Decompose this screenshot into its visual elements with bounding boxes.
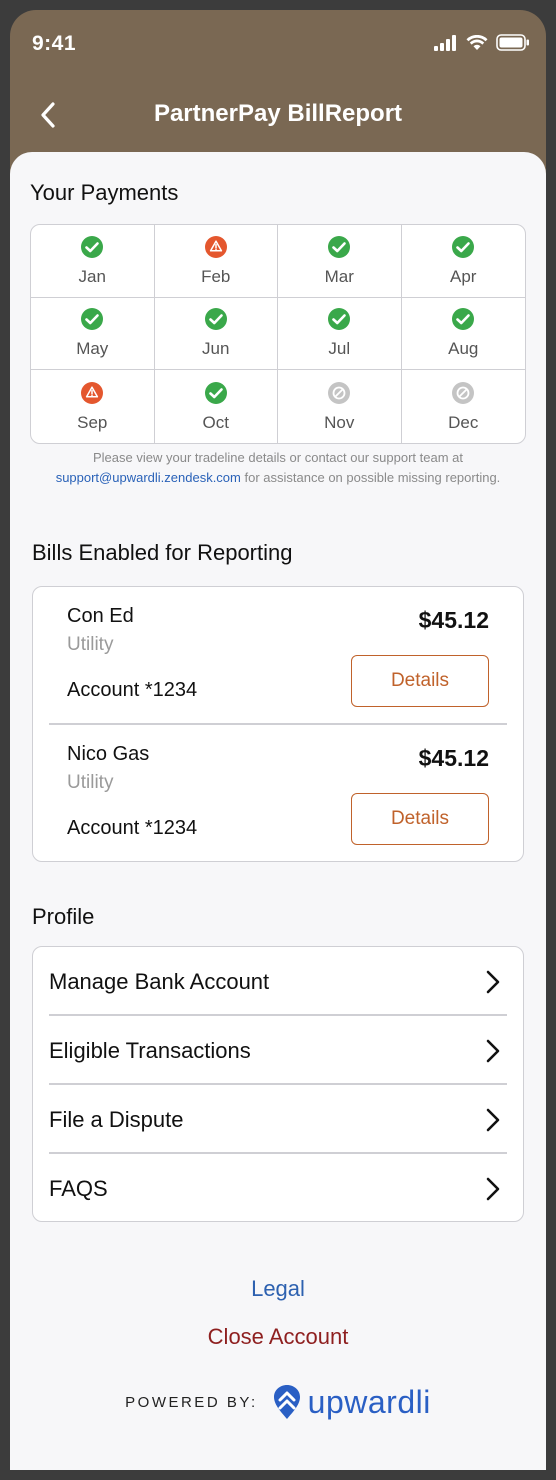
details-button[interactable]: Details (351, 655, 489, 707)
profile-section-title: Profile (32, 904, 95, 929)
bill-amount: $45.12 (418, 745, 489, 771)
close-account-link[interactable]: Close Account (10, 1324, 546, 1350)
payment-month-label: Nov (324, 412, 355, 432)
support-note: Please view your tradeline details or co… (40, 448, 516, 488)
bills-section-title: Bills Enabled for Reporting (32, 540, 293, 565)
chevron-right-icon (486, 970, 500, 993)
details-button[interactable]: Details (351, 793, 489, 845)
support-note-suffix: for assistance on possible missing repor… (244, 470, 501, 485)
check-circle-icon (204, 381, 227, 404)
payment-month-cell: Jun (154, 297, 278, 371)
support-note-prefix: Please view your tradeline details or co… (93, 450, 463, 465)
payments-section-title: Your Payments (30, 180, 179, 205)
payment-month-cell: Feb (154, 225, 278, 298)
payment-month-label: Sep (77, 412, 108, 432)
profile-item-label: File a Dispute (49, 1106, 184, 1132)
bills-card: Con Ed Utility Account *1234 $45.12 Deta… (32, 586, 524, 862)
payment-month-label: Feb (201, 266, 231, 286)
payment-month-cell: Apr (401, 225, 525, 298)
chevron-right-icon (486, 1039, 500, 1062)
profile-item-label: Eligible Transactions (49, 1037, 251, 1063)
payment-month-label: Oct (202, 412, 229, 432)
wifi-icon (466, 34, 488, 50)
payment-month-cell: Dec (402, 370, 526, 443)
bill-name: Con Ed (67, 605, 134, 627)
payment-month-cell: May (31, 297, 155, 371)
profile-item-file-a-dispute[interactable]: File a Dispute (33, 1085, 523, 1154)
payment-month-cell: Sep (31, 370, 155, 443)
upwardli-logo-icon (273, 1385, 300, 1419)
profile-item-eligible-transactions[interactable]: Eligible Transactions (33, 1016, 523, 1085)
bill-name: Nico Gas (67, 743, 150, 765)
powered-by-label: POWERED BY: (125, 1393, 258, 1411)
payment-month-cell: Jan (31, 225, 155, 298)
profile-item-label: Manage Bank Account (49, 968, 270, 994)
bill-account: Account *1234 (67, 679, 198, 701)
payment-month-label: Jul (328, 339, 351, 359)
payment-month-label: Aug (448, 339, 479, 359)
payment-month-cell: Oct (155, 370, 278, 443)
payment-month-label: Mar (324, 266, 354, 286)
warning-triangle-icon (81, 381, 104, 404)
check-circle-icon (81, 235, 104, 258)
phone-screen: 9:41 PartnerPay BillReport Your Payments… (10, 10, 546, 1470)
payment-month-cell: Jul (278, 297, 402, 371)
not-reported-icon (452, 381, 475, 404)
bill-item: Nico Gas Utility Account *1234 $45.12 De… (33, 725, 523, 863)
not-reported-icon (328, 381, 351, 404)
bill-amount: $45.12 (418, 607, 489, 633)
legal-link[interactable]: Legal (10, 1276, 546, 1302)
payment-month-label: Dec (448, 412, 479, 432)
chevron-right-icon (486, 1108, 500, 1131)
profile-card: Manage Bank Account Eligible Transaction… (32, 946, 524, 1222)
payment-month-cell: Nov (278, 370, 402, 443)
signal-icon (434, 34, 456, 51)
battery-icon (496, 34, 529, 51)
status-icons (434, 34, 530, 51)
payment-month-label: Apr (450, 266, 477, 286)
payments-grid: Jan Feb Mar Apr May Jun Jul Aug Sep Oct Nov Dec (30, 224, 526, 444)
payment-month-label: May (76, 339, 109, 359)
check-circle-icon (204, 308, 227, 331)
profile-item-faqs[interactable]: FAQS (33, 1154, 523, 1223)
page-title: PartnerPay BillReport (153, 100, 403, 127)
powered-by: POWERED BY: upwardli (10, 1380, 546, 1424)
check-circle-icon (328, 308, 351, 331)
check-circle-icon (452, 308, 475, 331)
nav-bar: PartnerPay BillReport (10, 80, 546, 152)
payment-month-cell: Aug (401, 298, 525, 371)
check-circle-icon (328, 235, 351, 258)
profile-item-label: FAQS (49, 1175, 108, 1201)
bill-type: Utility (67, 634, 114, 655)
bill-type: Utility (67, 772, 114, 793)
bill-item: Con Ed Utility Account *1234 $45.12 Deta… (33, 587, 523, 725)
check-circle-icon (81, 308, 104, 331)
payment-month-label: Jan (78, 266, 106, 286)
payment-month-label: Jun (202, 339, 230, 359)
profile-item-manage-bank-account[interactable]: Manage Bank Account (33, 947, 523, 1016)
payment-month-cell: Mar (278, 225, 402, 298)
status-time: 9:41 (32, 32, 77, 55)
bill-account: Account *1234 (67, 817, 198, 839)
check-circle-icon (452, 235, 475, 258)
brand-name: upwardli (307, 1383, 431, 1420)
chevron-right-icon (486, 1177, 500, 1200)
brand-logo: upwardli (272, 1383, 431, 1421)
content-sheet: Your Payments Jan Feb Mar Apr May Jun Jul Aug Se… (10, 152, 546, 1470)
support-email-link[interactable]: support@upwardli.zendesk.com (56, 470, 241, 485)
status-bar: 9:41 (10, 10, 546, 80)
warning-triangle-icon (204, 235, 227, 258)
